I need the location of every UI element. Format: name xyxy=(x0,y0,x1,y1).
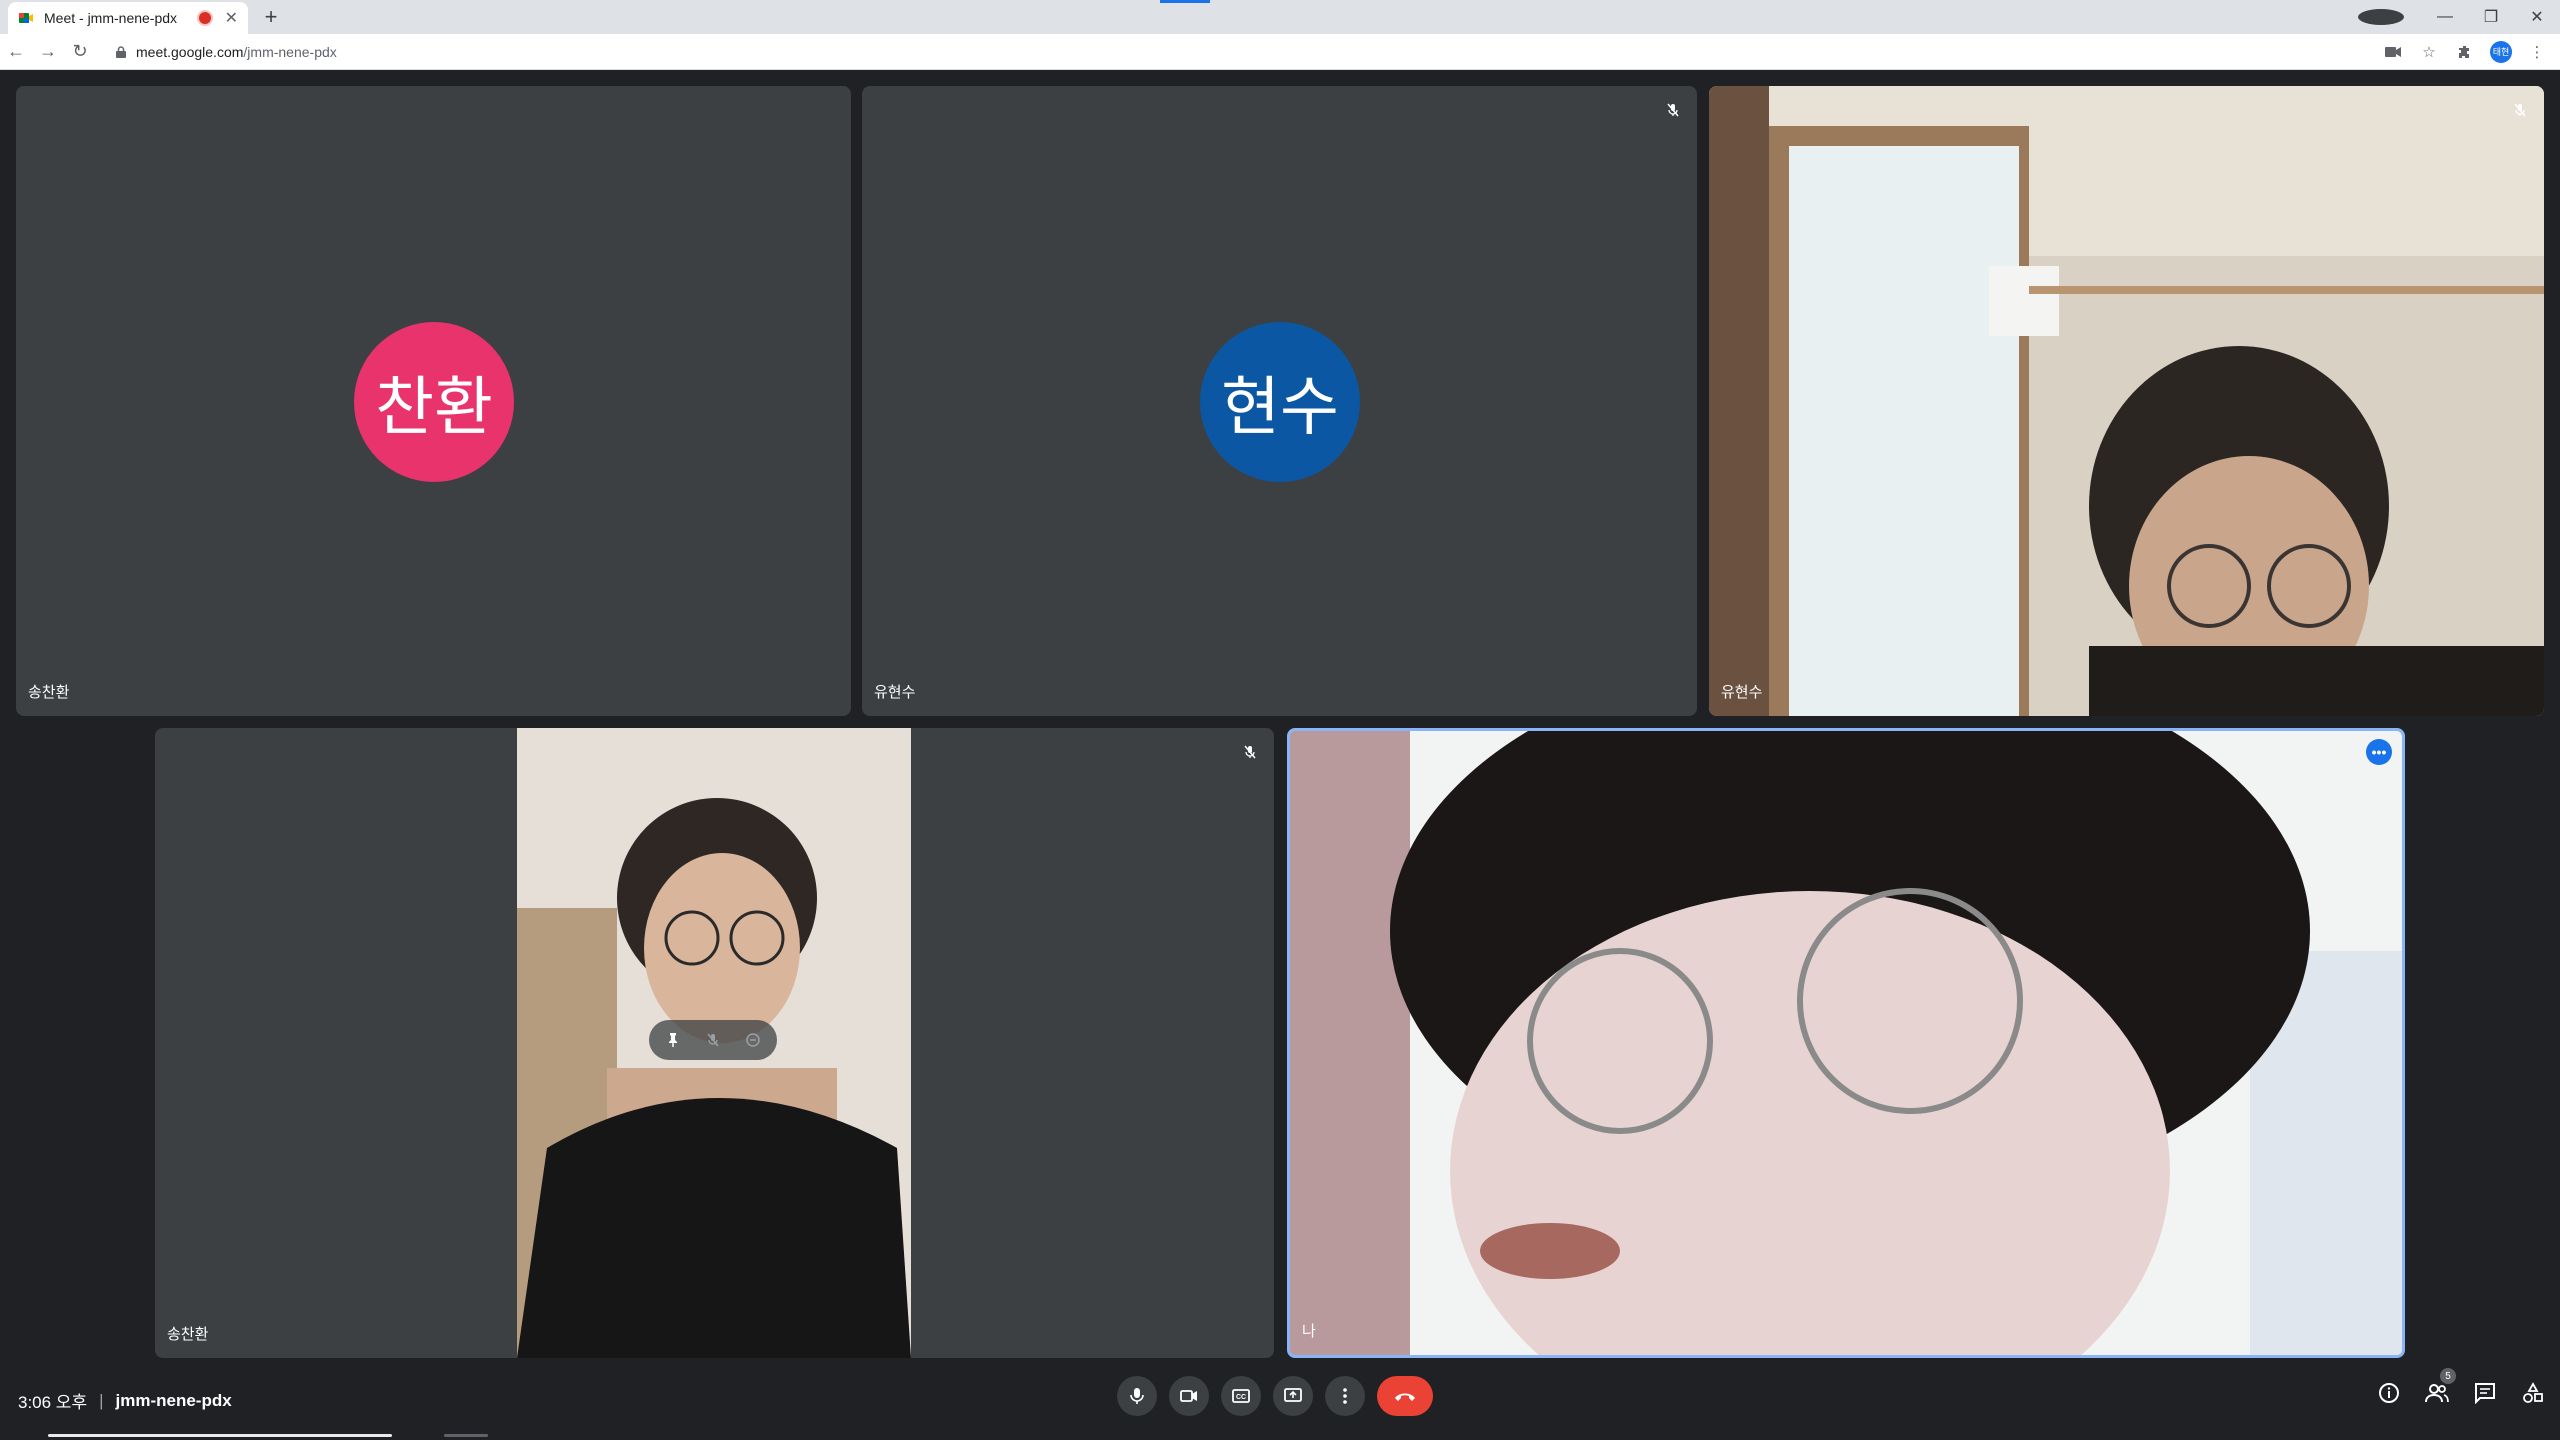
muted-mic-icon xyxy=(1661,98,1685,122)
chat-button[interactable] xyxy=(2472,1380,2498,1406)
captions-icon: CC xyxy=(1232,1389,1250,1403)
side-panel-controls: 5 xyxy=(2376,1368,2546,1406)
microphone-icon xyxy=(1130,1388,1144,1404)
close-window-button[interactable]: ✕ xyxy=(2514,7,2560,27)
tab-search-icon[interactable] xyxy=(2358,9,2404,25)
participant-video xyxy=(1709,86,2544,716)
svg-text:CC: CC xyxy=(1236,1394,1246,1401)
end-call-icon xyxy=(1395,1393,1415,1401)
browser-menu-icon[interactable]: ⋮ xyxy=(2526,41,2548,63)
meeting-code: jmm-nene-pdx xyxy=(115,1390,232,1410)
remove-participant-icon[interactable] xyxy=(735,1022,771,1058)
browser-tab-strip: Meet - jmm-nene-pdx ✕ + — ❐ ✕ xyxy=(0,0,2560,34)
tab-title: Meet - jmm-nene-pdx xyxy=(44,10,178,26)
captions-button[interactable]: CC xyxy=(1221,1376,1261,1416)
back-button[interactable]: ← xyxy=(0,36,32,68)
participant-tile[interactable]: 찬환 송찬환 xyxy=(16,86,851,716)
meeting-bottom-bar: 3:06 오후 | jmm-nene-pdx CC 5 xyxy=(0,1368,2560,1428)
address-bar[interactable]: meet.google.com /jmm-nene-pdx xyxy=(102,37,2372,66)
new-tab-button[interactable]: + xyxy=(258,4,284,30)
participant-tile[interactable]: 송찬환 xyxy=(155,728,1274,1358)
people-icon xyxy=(2425,1384,2449,1403)
tile-hover-controls xyxy=(649,1020,777,1060)
browser-tab[interactable]: Meet - jmm-nene-pdx ✕ xyxy=(8,2,248,34)
window-controls: — ❐ ✕ xyxy=(2358,0,2560,34)
meeting-details-button[interactable] xyxy=(2376,1380,2402,1406)
participant-name: 송찬환 xyxy=(167,1326,209,1343)
restore-button[interactable]: ❐ xyxy=(2468,7,2514,27)
bookmark-star-icon[interactable]: ☆ xyxy=(2418,41,2440,63)
participant-name: 유현수 xyxy=(874,684,916,701)
participant-avatar: 찬환 xyxy=(354,322,514,482)
url-host: meet.google.com xyxy=(136,43,244,60)
meet-favicon-icon xyxy=(19,13,33,23)
camera-in-use-icon[interactable] xyxy=(2382,41,2404,63)
participants-count-badge: 5 xyxy=(2440,1368,2456,1384)
tab-strip-accent xyxy=(1160,0,1210,3)
profile-avatar[interactable]: 태현 xyxy=(2490,40,2512,63)
muted-mic-icon xyxy=(2508,98,2532,122)
reload-button[interactable]: ↻ xyxy=(64,36,96,68)
people-button[interactable]: 5 xyxy=(2424,1368,2456,1406)
browser-toolbar: ← → ↻ meet.google.com /jmm-nene-pdx ☆ 태현… xyxy=(0,34,2560,70)
participant-name: 송찬환 xyxy=(28,684,70,701)
activities-icon xyxy=(2523,1382,2543,1403)
call-controls: CC xyxy=(1117,1376,1433,1416)
participant-name: 유현수 xyxy=(1721,684,1763,701)
camera-button[interactable] xyxy=(1169,1376,1209,1416)
taskbar-strip-secondary xyxy=(444,1434,488,1437)
taskbar-strip xyxy=(48,1434,392,1437)
self-tile-options-icon[interactable]: ••• xyxy=(2366,739,2392,765)
present-button[interactable] xyxy=(1273,1376,1313,1416)
minimize-button[interactable]: — xyxy=(2422,8,2468,26)
participant-avatar: 현수 xyxy=(1200,322,1360,482)
clock-time: 3:06 오후 xyxy=(18,1393,88,1412)
chat-icon xyxy=(2475,1383,2495,1404)
participant-name: 나 xyxy=(1302,1323,1316,1340)
more-options-button[interactable] xyxy=(1325,1376,1365,1416)
microphone-button[interactable] xyxy=(1117,1376,1157,1416)
end-call-button[interactable] xyxy=(1377,1376,1433,1416)
info-icon xyxy=(2379,1383,2399,1403)
present-screen-icon xyxy=(1284,1388,1302,1402)
url-path: /jmm-nene-pdx xyxy=(243,43,337,60)
recording-indicator-icon xyxy=(198,12,211,24)
meeting-info: 3:06 오후 | jmm-nene-pdx xyxy=(18,1388,232,1413)
self-tile[interactable]: ••• 나 xyxy=(1287,728,2405,1358)
self-video xyxy=(1290,731,2402,1355)
lock-icon xyxy=(116,45,126,58)
video-camera-icon xyxy=(1180,1390,1197,1402)
participant-tile[interactable]: 현수 유현수 xyxy=(862,86,1697,716)
pin-icon[interactable] xyxy=(655,1022,691,1058)
tab-close-icon[interactable]: ✕ xyxy=(225,8,238,28)
more-vert-icon xyxy=(1343,1388,1347,1404)
mute-participant-icon[interactable] xyxy=(695,1022,731,1058)
participant-tile[interactable]: 유현수 xyxy=(1709,86,2544,716)
forward-button[interactable]: → xyxy=(32,36,64,68)
activities-button[interactable] xyxy=(2520,1380,2546,1406)
extensions-icon[interactable] xyxy=(2454,41,2476,63)
info-separator: | xyxy=(99,1390,104,1410)
muted-mic-icon xyxy=(1238,740,1262,764)
